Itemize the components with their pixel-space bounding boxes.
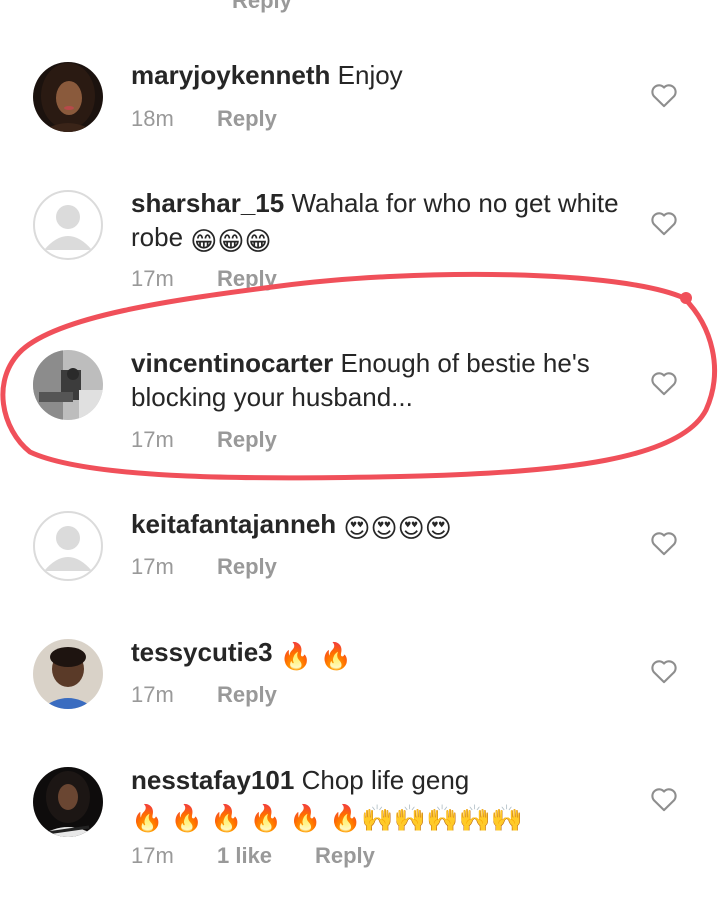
heart-outline-icon[interactable] [650,786,678,812]
previous-comment-partial: Reply [0,0,720,13]
comment-meta: 17m Reply [131,427,277,453]
comment-message: Chop life geng [301,765,470,795]
comment-text: tessycutie3 🔥 🔥 [131,635,631,673]
reply-button[interactable]: Reply [217,554,277,580]
comment-text: maryjoykenneth Enjoy [131,58,631,92]
heart-outline-icon[interactable] [650,530,678,556]
comment-meta: 17m Reply [131,554,277,580]
reply-button[interactable]: Reply [217,106,277,132]
comment-meta: 17m 1 like Reply [131,843,375,869]
heart-outline-icon[interactable] [650,82,678,108]
comment-username[interactable]: keitafantajanneh [131,509,336,539]
comment-text: keitafantajanneh 😍😍😍😍 [131,507,631,545]
avatar-silhouette [44,526,92,571]
comment-meta: 17m Reply [131,682,277,708]
comment-meta: 17m Reply [131,266,277,292]
reply-button[interactable]: Reply [217,427,277,453]
heart-outline-icon[interactable] [650,658,678,684]
fire-emoji-icon: 🔥 🔥 🔥 🔥 🔥 🔥🙌🙌🙌🙌🙌 [131,803,524,833]
comment-username[interactable]: maryjoykenneth [131,60,330,90]
highlight-dot [680,292,692,304]
grinning-emoji-icon: 😁😁😁 [190,226,272,256]
reply-button[interactable]: Reply [315,843,375,869]
heart-outline-icon[interactable] [650,210,678,236]
comment-time: 17m [131,554,174,579]
avatar-photo [33,639,103,709]
default-avatar-icon[interactable] [33,511,103,581]
avatar-silhouette [44,205,92,250]
comment-username[interactable]: sharshar_15 [131,188,284,218]
comment-time: 17m [131,843,174,868]
comment-message: Enjoy [337,60,403,90]
avatar[interactable] [33,767,103,837]
heart-outline-icon[interactable] [650,370,678,396]
reply-button[interactable]: Reply [217,682,277,708]
comment-username[interactable]: vincentinocarter [131,348,333,378]
avatar-photo [33,767,103,837]
avatar[interactable] [33,639,103,709]
comment-username[interactable]: nesstafay101 [131,765,294,795]
avatar-photo [33,62,103,132]
reply-button[interactable]: Reply [217,266,277,292]
fire-emoji-icon: 🔥 🔥 [279,641,352,671]
default-avatar-icon[interactable] [33,190,103,260]
avatar[interactable] [33,62,103,132]
reply-button[interactable]: Reply [232,0,292,14]
avatar-photo [33,350,103,420]
comment-text: sharshar_15 Wahala for who no get white … [131,186,631,258]
heart-eyes-emoji-icon: 😍😍😍😍 [343,513,452,543]
comment-time: 17m [131,266,174,291]
comment-time: 17m [131,682,174,707]
like-count[interactable]: 1 like [217,843,315,869]
avatar[interactable] [33,350,103,420]
comment-username[interactable]: tessycutie3 [131,637,273,667]
comment-text: nesstafay101 Chop life geng 🔥 🔥 🔥 🔥 🔥 🔥🙌… [131,763,631,835]
comment-meta: 18m Reply [131,106,277,132]
comment-text: vincentinocarter Enough of bestie he's b… [131,346,631,414]
comment-time: 18m [131,106,174,131]
comment-time: 17m [131,427,174,452]
